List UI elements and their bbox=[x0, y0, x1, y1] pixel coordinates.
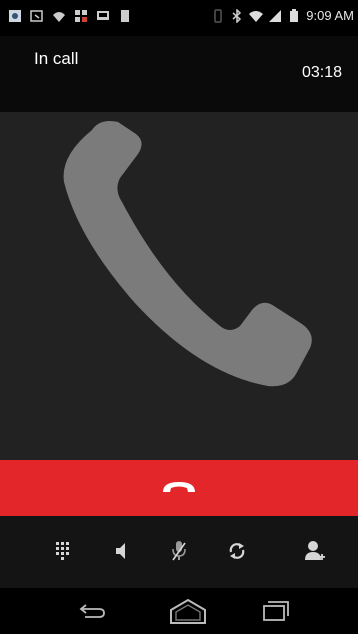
home-button[interactable] bbox=[166, 596, 210, 626]
battery-small-icon bbox=[121, 10, 129, 22]
call-header: In call 03:18 bbox=[0, 36, 358, 112]
recent-apps-icon bbox=[263, 601, 289, 621]
speaker-icon bbox=[116, 543, 125, 559]
mute-button[interactable] bbox=[164, 536, 194, 566]
contact-photo-area bbox=[0, 112, 358, 460]
end-call-button[interactable] bbox=[0, 460, 358, 516]
wifi-signal-icon bbox=[249, 10, 264, 22]
battery-icon bbox=[290, 8, 299, 22]
back-button[interactable] bbox=[70, 596, 114, 626]
navigation-bar bbox=[0, 588, 358, 634]
dialpad-button[interactable] bbox=[48, 536, 78, 566]
notification-icons bbox=[8, 9, 132, 23]
back-icon bbox=[79, 604, 105, 618]
clock: 9:09 AM bbox=[306, 8, 354, 23]
add-call-button[interactable] bbox=[300, 536, 330, 566]
wifi-icon bbox=[53, 12, 65, 22]
phone-handset-icon bbox=[63, 121, 312, 387]
signal-icon bbox=[269, 9, 282, 22]
speaker-button[interactable] bbox=[106, 536, 136, 566]
swap-button[interactable] bbox=[222, 536, 252, 566]
add-call-icon bbox=[305, 541, 325, 560]
swap-icon bbox=[229, 543, 245, 559]
status-bar: 9:09 AM bbox=[0, 0, 358, 36]
call-status-label: In call bbox=[34, 49, 79, 68]
bbm-icon bbox=[75, 10, 87, 22]
system-status-icons: 9:09 AM bbox=[211, 8, 354, 23]
in-call-controls bbox=[0, 516, 358, 588]
screen-icon bbox=[97, 11, 109, 20]
call-timer: 03:18 bbox=[301, 64, 342, 81]
photo-icon bbox=[9, 10, 21, 22]
hang-up-icon bbox=[163, 482, 195, 492]
dialpad-icon bbox=[56, 542, 69, 560]
bluetooth-icon bbox=[232, 8, 242, 23]
home-icon bbox=[170, 598, 206, 624]
recent-apps-button[interactable] bbox=[254, 596, 298, 626]
vibrate-icon bbox=[214, 8, 223, 23]
mute-mic-icon bbox=[172, 541, 186, 561]
email-icon bbox=[30, 10, 43, 22]
